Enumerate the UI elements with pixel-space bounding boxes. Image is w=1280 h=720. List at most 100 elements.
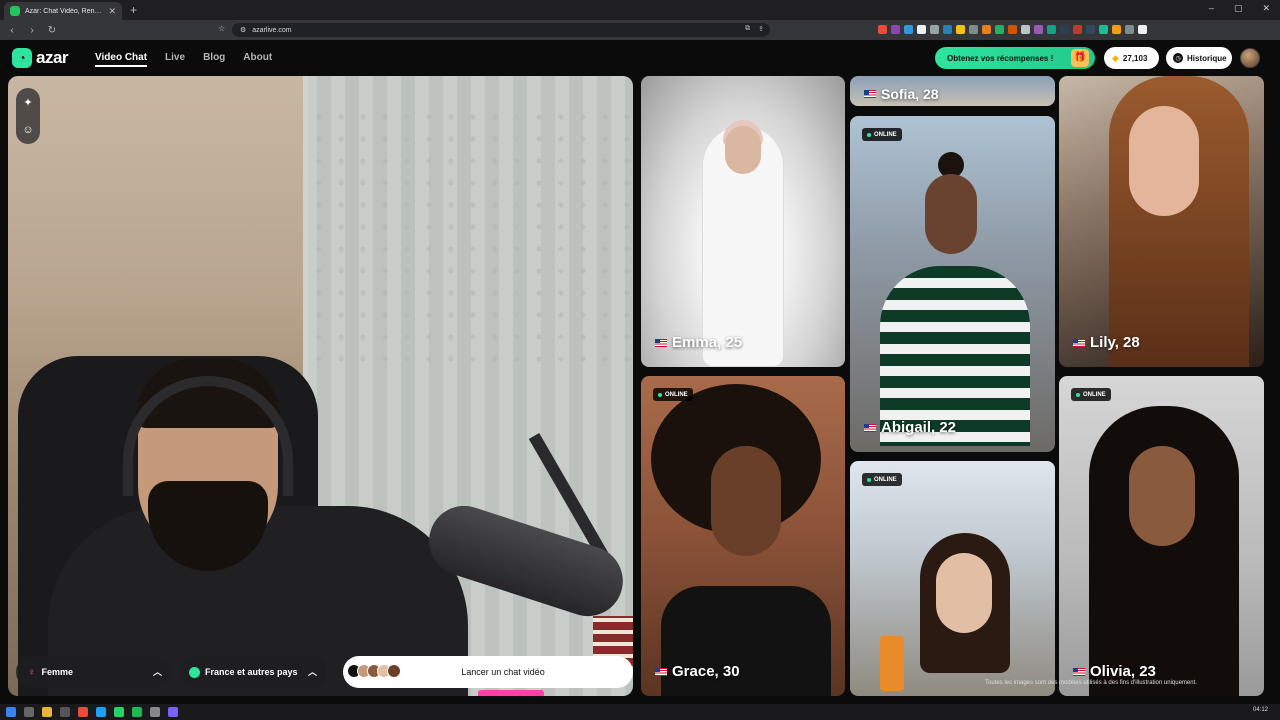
globe-icon bbox=[189, 666, 200, 678]
app-icon[interactable] bbox=[60, 707, 70, 717]
profile-card-grace[interactable]: ONLINE Grace, 30 bbox=[641, 376, 845, 696]
extension-icon[interactable] bbox=[878, 25, 887, 34]
whatsapp-icon[interactable] bbox=[114, 707, 124, 717]
profile-photo-face bbox=[1129, 446, 1195, 546]
country-filter-button[interactable]: France et autres pays ︿ bbox=[179, 656, 327, 688]
app-icon[interactable] bbox=[150, 707, 160, 717]
online-dot-icon bbox=[867, 477, 871, 482]
extension-icon[interactable] bbox=[1138, 25, 1147, 34]
self-camera-view: ✦ ☺ ♀ Femme ︿ France et autres pays ︿ La… bbox=[8, 76, 633, 696]
tab-close-icon[interactable]: ✕ bbox=[108, 6, 116, 17]
nav-about[interactable]: About bbox=[243, 52, 272, 67]
extension-icon[interactable] bbox=[904, 25, 913, 34]
extension-icon[interactable] bbox=[943, 25, 952, 34]
extension-icon[interactable] bbox=[995, 25, 1004, 34]
extension-icon[interactable] bbox=[891, 25, 900, 34]
open-tab-icon[interactable]: ⧉ bbox=[745, 25, 750, 33]
nav-live[interactable]: Live bbox=[165, 52, 185, 67]
online-label: ONLINE bbox=[665, 391, 688, 398]
close-window-button[interactable]: ✕ bbox=[1262, 3, 1270, 14]
main-nav: Video Chat Live Blog About bbox=[95, 52, 272, 67]
profile-card-sofia[interactable]: Sofia, 28 bbox=[850, 76, 1055, 106]
user-avatar[interactable] bbox=[1240, 48, 1260, 68]
profile-photo-drink bbox=[880, 636, 904, 691]
back-icon[interactable]: ‹ bbox=[4, 25, 20, 36]
taskbar-icons bbox=[6, 707, 178, 717]
profile-name-text: Lily, 28 bbox=[1090, 334, 1140, 351]
profile-name-text: Olivia, 23 bbox=[1090, 663, 1156, 680]
extension-icon[interactable] bbox=[1086, 25, 1095, 34]
extension-icon[interactable] bbox=[917, 25, 926, 34]
logo-text: azar bbox=[36, 48, 69, 67]
app-icon[interactable] bbox=[96, 707, 106, 717]
extension-icon[interactable] bbox=[956, 25, 965, 34]
extensions-bar bbox=[878, 25, 1147, 34]
gem-icon: ◆ bbox=[1112, 52, 1119, 63]
clock-time: 04:12 bbox=[1252, 707, 1268, 713]
extension-icon[interactable] bbox=[1034, 25, 1043, 34]
profile-name: Lily, 28 bbox=[1073, 334, 1140, 351]
site-header: ◔ azar Video Chat Live Blog About Obtene… bbox=[0, 40, 1280, 76]
folder-icon[interactable] bbox=[42, 707, 52, 717]
female-icon: ♀ bbox=[28, 666, 36, 678]
maximize-button[interactable]: ▢ bbox=[1234, 3, 1243, 14]
profile-photo-face bbox=[711, 446, 781, 556]
minimize-button[interactable]: – bbox=[1209, 3, 1214, 14]
profile-name-text: Sofia, 28 bbox=[881, 86, 939, 102]
extension-icon[interactable] bbox=[1112, 25, 1121, 34]
gender-label: Femme bbox=[41, 667, 74, 677]
extension-icon[interactable] bbox=[1125, 25, 1134, 34]
camera-tools: ✦ ☺ bbox=[16, 88, 40, 144]
us-flag-icon bbox=[1073, 338, 1085, 347]
gift-icon: 🎁 bbox=[1071, 49, 1089, 67]
system-tray: 04:12 bbox=[1253, 707, 1268, 713]
nav-blog[interactable]: Blog bbox=[203, 52, 225, 67]
extension-icon[interactable] bbox=[1060, 25, 1069, 34]
spotify-icon[interactable] bbox=[132, 707, 142, 717]
profile-name: Emma, 25 bbox=[655, 334, 742, 351]
gems-button[interactable]: ◆ 27,103 bbox=[1104, 47, 1159, 69]
nav-video-chat[interactable]: Video Chat bbox=[95, 52, 148, 67]
extension-icon[interactable] bbox=[969, 25, 978, 34]
reload-icon[interactable]: ↻ bbox=[44, 25, 60, 36]
profile-card-lily[interactable]: Lily, 28 bbox=[1059, 76, 1264, 367]
profile-card-abigail[interactable]: ONLINE Abigail, 22 bbox=[850, 116, 1055, 452]
extension-icon[interactable] bbox=[930, 25, 939, 34]
country-label: France et autres pays bbox=[205, 667, 298, 677]
profile-card-olivia[interactable]: ONLINE Olivia, 23 bbox=[1059, 376, 1264, 696]
chat-controls: ♀ Femme ︿ France et autres pays ︿ Lancer… bbox=[16, 656, 633, 688]
azar-logo[interactable]: ◔ azar bbox=[12, 48, 69, 68]
extension-icon[interactable] bbox=[1021, 25, 1030, 34]
browser-icon[interactable] bbox=[78, 707, 88, 717]
profile-card-unnamed[interactable]: ONLINE bbox=[850, 461, 1055, 696]
search-icon[interactable] bbox=[24, 707, 34, 717]
extension-icon[interactable] bbox=[1047, 25, 1056, 34]
extension-icon[interactable] bbox=[1073, 25, 1082, 34]
site-info-icon[interactable]: ⚙ bbox=[240, 26, 246, 34]
extension-icon[interactable] bbox=[1099, 25, 1108, 34]
url-text: azarlive.com bbox=[252, 26, 292, 34]
extension-icon[interactable] bbox=[982, 25, 991, 34]
image-disclaimer: Toutes les images sont des modèles utili… bbox=[985, 680, 1197, 686]
profile-photo-face bbox=[936, 553, 992, 633]
sparkle-icon[interactable]: ✦ bbox=[23, 96, 32, 109]
profile-name: Olivia, 23 bbox=[1073, 663, 1156, 680]
online-label: ONLINE bbox=[874, 476, 897, 483]
gender-filter-button[interactable]: ♀ Femme ︿ bbox=[16, 656, 172, 688]
os-taskbar: 04:12 bbox=[0, 704, 1280, 720]
extension-icon[interactable] bbox=[1008, 25, 1017, 34]
new-tab-button[interactable]: + bbox=[130, 3, 137, 17]
forward-icon[interactable]: › bbox=[24, 25, 40, 36]
windows-start-icon[interactable] bbox=[6, 707, 16, 717]
profile-card-emma[interactable]: Emma, 25 bbox=[641, 76, 845, 367]
share-icon[interactable]: ⇪ bbox=[758, 25, 764, 33]
face-filter-icon[interactable]: ☺ bbox=[22, 124, 33, 136]
address-bar: ‹ › ↻ ☆ ⚙ azarlive.com ⧉ ⇪ bbox=[0, 20, 1280, 40]
url-field[interactable]: ⚙ azarlive.com ⧉ ⇪ bbox=[232, 23, 770, 37]
rewards-button[interactable]: Obtenez vos récompenses ! 🎁 bbox=[935, 47, 1095, 69]
history-button[interactable]: ◷ Historique bbox=[1166, 47, 1232, 69]
start-video-chat-button[interactable]: Lancer un chat vidéo bbox=[343, 656, 633, 688]
app-icon[interactable] bbox=[168, 707, 178, 717]
browser-tab[interactable]: Azar: Chat Vidéo, Rencontre ✕ bbox=[4, 2, 122, 20]
bookmark-icon[interactable]: ☆ bbox=[218, 24, 225, 33]
